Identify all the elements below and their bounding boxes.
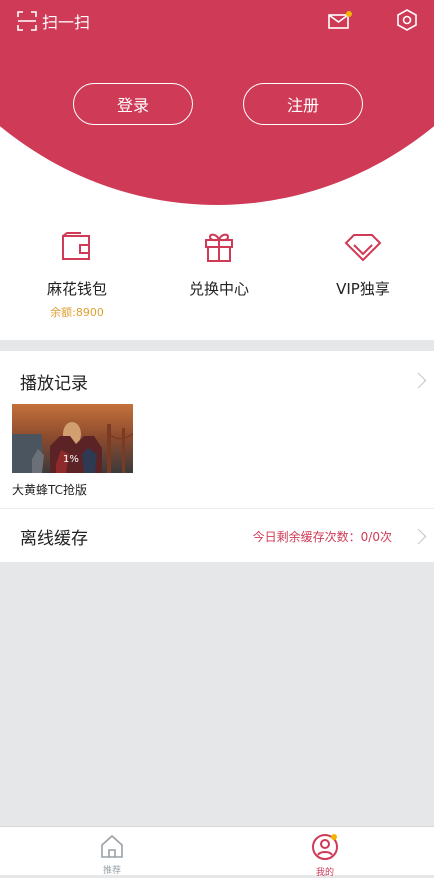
offline-cache-section[interactable]: 离线缓存 今日剩余缓存次数：0/0次 (0, 509, 434, 562)
scan-icon (17, 11, 37, 31)
settings-icon (397, 9, 417, 31)
profile-header: 扫一扫 登录 注册 (0, 0, 434, 205)
history-item-title[interactable]: 大黄蜂TC抢版 (12, 481, 87, 498)
login-button[interactable]: 登录 (73, 83, 193, 125)
chevron-right-icon[interactable] (410, 372, 427, 389)
tab-recommend[interactable]: 推荐 (82, 833, 142, 876)
feature-row: 麻花钱包 余额:8900 兑换中心 VIP独享 (0, 205, 434, 340)
exchange-center-entry[interactable]: 兑换中心 (149, 227, 289, 299)
vip-label: VIP独享 (336, 280, 390, 298)
wallet-label: 麻花钱包 (46, 280, 107, 298)
wallet-icon (62, 232, 90, 260)
settings-button[interactable] (396, 8, 418, 36)
vip-entry[interactable]: VIP独享 (293, 227, 433, 299)
wallet-balance: 余额:8900 (50, 306, 104, 319)
gift-icon (205, 233, 233, 262)
offline-cache-title: 离线缓存 (20, 529, 88, 549)
home-icon (101, 834, 123, 858)
scan-button[interactable]: 扫一扫 (16, 8, 90, 34)
mail-icon (328, 11, 352, 29)
exchange-center-label: 兑换中心 (188, 280, 249, 298)
offline-cache-quota: 今日剩余缓存次数：0/0次 (252, 530, 392, 544)
play-history-section: 播放记录 1% 大黄蜂TC抢版 (0, 351, 434, 508)
profile-icon (312, 834, 338, 860)
tab-recommend-label: 推荐 (102, 866, 121, 876)
message-button[interactable] (327, 10, 353, 34)
tab-mine-label: 我的 (315, 868, 334, 878)
diamond-icon (344, 234, 382, 262)
wallet-entry[interactable]: 麻花钱包 余额:8900 (7, 227, 147, 320)
bottom-tab-bar: 推荐 我的 (0, 826, 434, 878)
play-history-title[interactable]: 播放记录 (20, 369, 88, 394)
watch-progress: 1% (63, 454, 79, 465)
scan-label: 扫一扫 (42, 13, 91, 32)
chevron-right-icon[interactable] (410, 528, 427, 545)
register-button[interactable]: 注册 (243, 83, 363, 125)
tab-mine[interactable]: 我的 (295, 833, 355, 878)
